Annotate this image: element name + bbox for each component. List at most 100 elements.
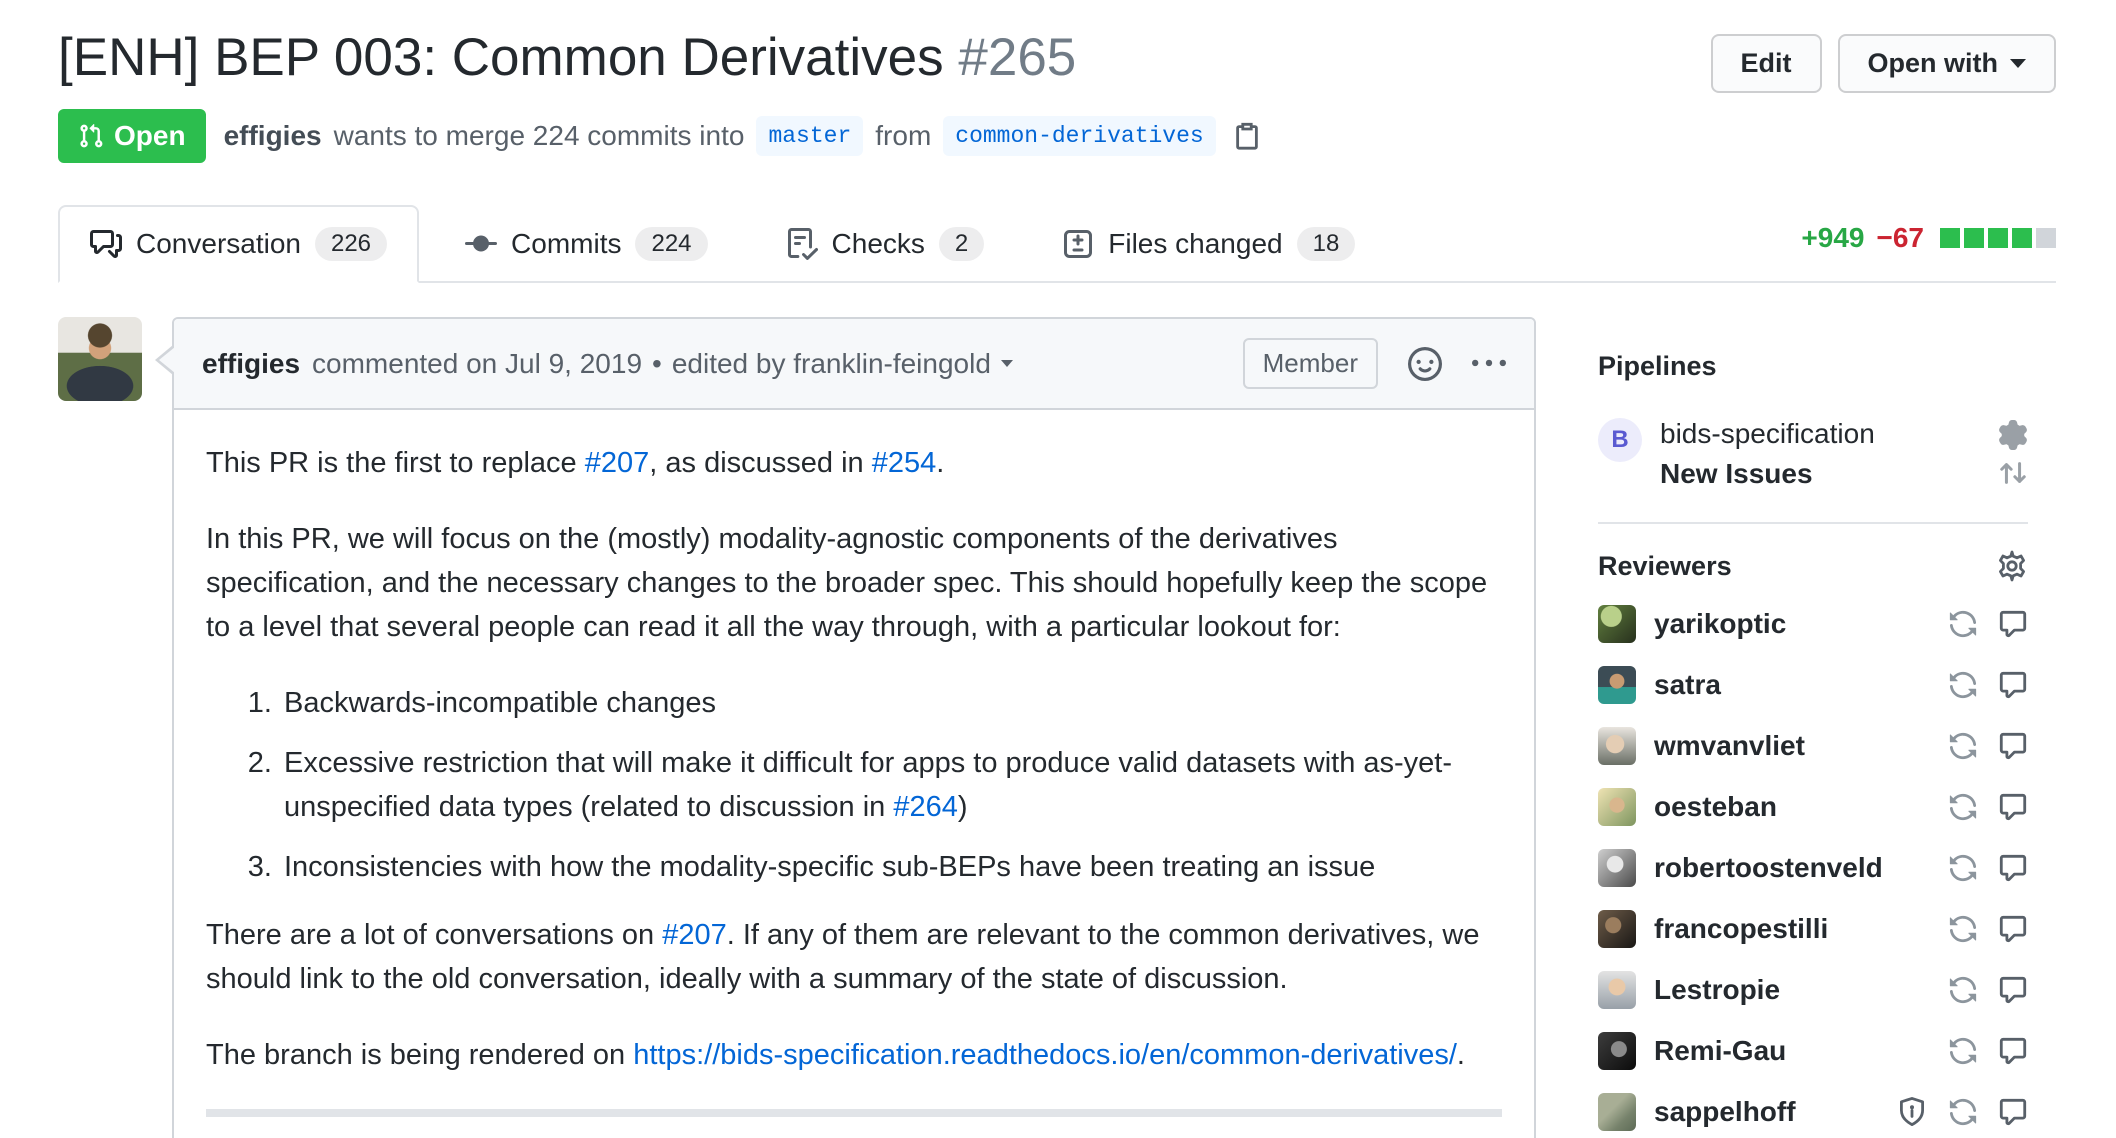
pipeline-app-avatar[interactable]: B	[1598, 418, 1642, 462]
pr-page: [ENH] BEP 003: Common Derivatives #265 E…	[0, 0, 2116, 1138]
review-comment-button[interactable]	[1998, 1036, 2028, 1066]
tab-conversation[interactable]: Conversation 226	[58, 205, 419, 283]
reviewer-name[interactable]: satra	[1654, 669, 1721, 701]
review-comment-button[interactable]	[1998, 792, 2028, 822]
reviewer-name[interactable]: sappelhoff	[1654, 1096, 1796, 1128]
git-commit-icon	[465, 228, 497, 260]
tab-label: Conversation	[136, 228, 301, 260]
comment-paragraph: There are a lot of conversations on #207…	[206, 913, 1502, 1001]
diffstat-additions: +949	[1801, 222, 1864, 254]
pr-state-badge: Open	[58, 109, 206, 163]
pipeline-controls	[1998, 418, 2028, 490]
review-comment-button[interactable]	[1998, 609, 2028, 639]
diffstat: +949 −67	[1801, 222, 2056, 264]
security-shield-button[interactable]	[1896, 1096, 1928, 1128]
sidebar: Pipelines B bids-specification New Issue…	[1598, 317, 2056, 1138]
pr-meta-row: Open effigies wants to merge 224 commits…	[58, 109, 2056, 163]
re-request-review-button[interactable]	[1948, 914, 1978, 944]
avatar[interactable]	[1598, 727, 1636, 765]
pipeline-sort-button[interactable]	[1998, 458, 2028, 488]
pipeline-name[interactable]: bids-specification	[1660, 418, 1980, 450]
diff-block	[2036, 228, 2056, 248]
comment-options-button[interactable]	[1472, 347, 1506, 381]
add-reaction-button[interactable]	[1408, 347, 1442, 381]
open-with-button[interactable]: Open with	[1838, 34, 2057, 93]
inline-link[interactable]: https://bids-specification.readthedocs.i…	[633, 1039, 1457, 1071]
inline-link[interactable]: #264	[893, 791, 958, 823]
base-branch-label[interactable]: master	[756, 116, 863, 156]
tab-files-changed[interactable]: Files changed 18	[1030, 205, 1387, 283]
merge-from-text: from	[875, 120, 931, 152]
comment-icon	[1998, 853, 2028, 883]
reviewer-name[interactable]: oesteban	[1654, 791, 1777, 823]
avatar[interactable]	[1598, 666, 1636, 704]
reviewer-name[interactable]: Lestropie	[1654, 974, 1780, 1006]
review-comment-button[interactable]	[1998, 1097, 2028, 1127]
avatar[interactable]	[1598, 1032, 1636, 1070]
reviewer-row: sappelhoff	[1598, 1093, 2028, 1131]
re-request-review-button[interactable]	[1948, 1036, 1978, 1066]
sync-icon	[1948, 731, 1978, 761]
reviewer-name[interactable]: robertoostenveld	[1654, 852, 1883, 884]
reviewer-actions	[1948, 914, 2028, 944]
pipelines-section: Pipelines B bids-specification New Issue…	[1598, 351, 2028, 524]
comment-header: effigies commented on Jul 9, 2019 • edit…	[174, 319, 1534, 410]
sync-icon	[1948, 975, 1978, 1005]
reviewer-row: yarikoptic	[1598, 605, 2028, 643]
comment-icon	[1998, 914, 2028, 944]
avatar[interactable]	[1598, 605, 1636, 643]
avatar[interactable]	[1598, 910, 1636, 948]
reviewer-actions	[1948, 670, 2028, 700]
re-request-review-button[interactable]	[1948, 609, 1978, 639]
reviewers-settings-button[interactable]	[1996, 550, 2028, 582]
comment-author[interactable]: effigies	[202, 348, 300, 380]
sort-arrows-icon	[1998, 458, 2028, 488]
copy-branch-button[interactable]	[1232, 121, 1262, 151]
reviewers-header: Reviewers	[1598, 550, 2028, 582]
pipeline-settings-button[interactable]	[1998, 420, 2028, 450]
reviewer-name[interactable]: francopestilli	[1654, 913, 1828, 945]
re-request-review-button[interactable]	[1948, 670, 1978, 700]
avatar[interactable]	[58, 317, 142, 401]
open-with-label: Open with	[1868, 48, 1999, 79]
smiley-icon	[1408, 347, 1442, 381]
inline-link[interactable]: #207	[662, 919, 727, 951]
avatar[interactable]	[1598, 788, 1636, 826]
pr-author[interactable]: effigies	[224, 120, 322, 152]
reviewer-row: Remi-Gau	[1598, 1032, 2028, 1070]
reviewer-name[interactable]: wmvanvliet	[1654, 730, 1805, 762]
review-comment-button[interactable]	[1998, 670, 2028, 700]
reviewer-row: Lestropie	[1598, 971, 2028, 1009]
re-request-review-button[interactable]	[1948, 731, 1978, 761]
re-request-review-button[interactable]	[1948, 792, 1978, 822]
tab-count: 226	[315, 227, 387, 261]
reviewer-name[interactable]: Remi-Gau	[1654, 1035, 1786, 1067]
tab-checks[interactable]: Checks 2	[754, 205, 1017, 283]
head-branch-label[interactable]: common-derivatives	[943, 116, 1215, 156]
pipelines-heading: Pipelines	[1598, 351, 2028, 382]
re-request-review-button[interactable]	[1948, 1097, 1978, 1127]
tab-commits[interactable]: Commits 224	[433, 205, 740, 283]
avatar[interactable]	[1598, 849, 1636, 887]
pipeline-info: bids-specification New Issues	[1660, 418, 1980, 490]
pipeline-subtitle[interactable]: New Issues	[1660, 458, 1980, 490]
diff-block	[2012, 228, 2032, 248]
avatar[interactable]	[1598, 1093, 1636, 1131]
edit-button[interactable]: Edit	[1711, 34, 1822, 93]
re-request-review-button[interactable]	[1948, 853, 1978, 883]
review-comment-button[interactable]	[1998, 853, 2028, 883]
title-row: [ENH] BEP 003: Common Derivatives #265 E…	[58, 28, 2056, 93]
review-comment-button[interactable]	[1998, 975, 2028, 1005]
inline-link[interactable]: #254	[872, 447, 937, 479]
pr-tabs: Conversation 226 Commits 224 Checks 2 Fi…	[58, 205, 2056, 283]
pr-number: #265	[958, 28, 1076, 87]
inline-link[interactable]: #207	[585, 447, 650, 479]
edited-by-dropdown[interactable]: edited by franklin-feingold	[672, 348, 1013, 380]
comment-body: This PR is the first to replace #207, as…	[174, 410, 1534, 1138]
tab-count: 224	[635, 227, 707, 261]
review-comment-button[interactable]	[1998, 731, 2028, 761]
re-request-review-button[interactable]	[1948, 975, 1978, 1005]
reviewer-name[interactable]: yarikoptic	[1654, 608, 1786, 640]
avatar[interactable]	[1598, 971, 1636, 1009]
review-comment-button[interactable]	[1998, 914, 2028, 944]
